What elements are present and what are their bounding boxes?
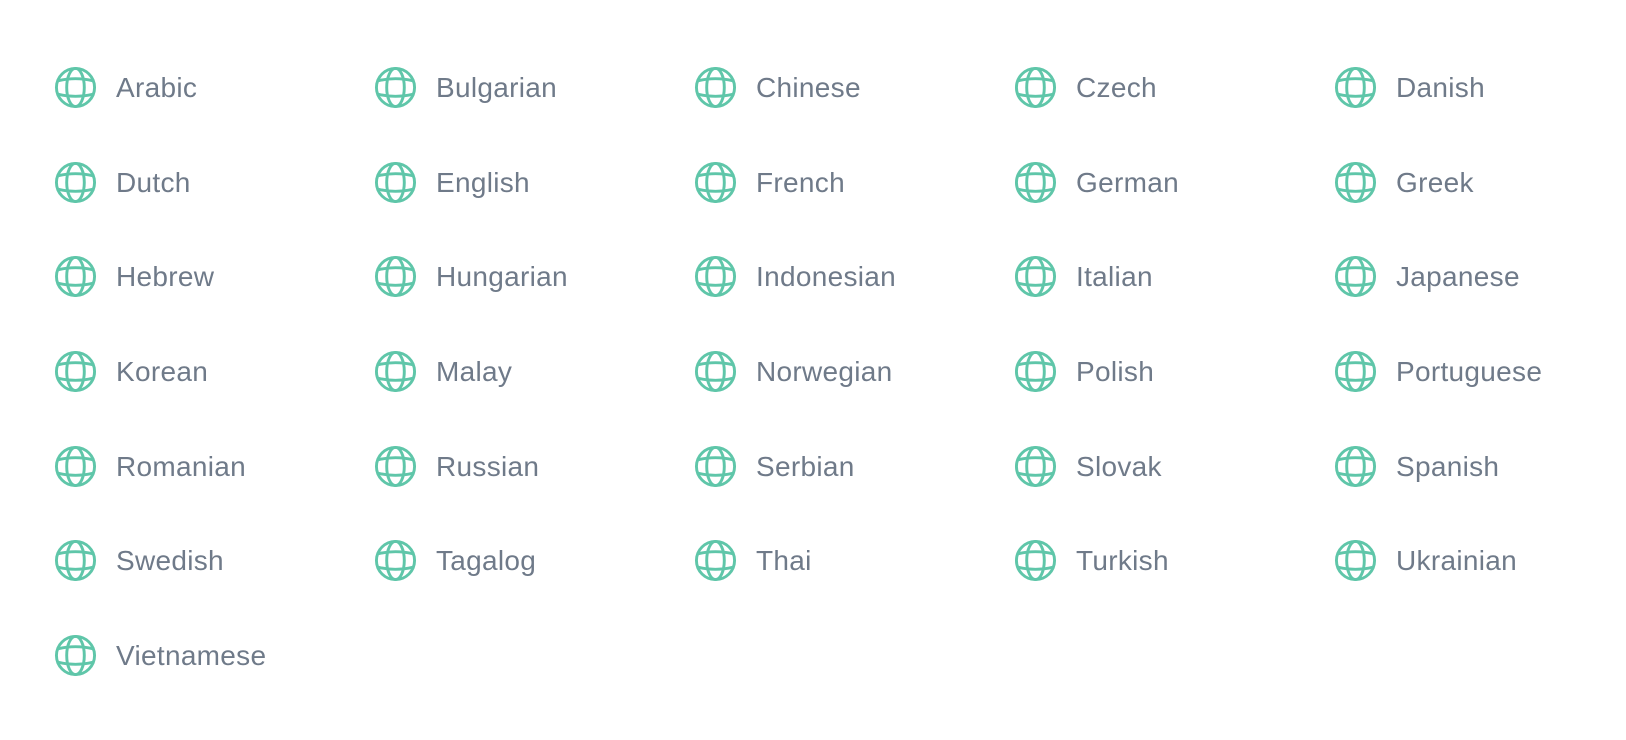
language-item-korean[interactable]: Korean: [54, 350, 374, 396]
language-label: Turkish: [1076, 545, 1169, 577]
language-item-french[interactable]: French: [694, 161, 1014, 207]
language-label: Thai: [756, 545, 812, 577]
globe-icon: [694, 350, 737, 393]
language-item-tagalog[interactable]: Tagalog: [374, 539, 694, 585]
language-item-japanese[interactable]: Japanese: [1334, 255, 1626, 301]
language-label: Slovak: [1076, 450, 1162, 482]
language-label: Italian: [1076, 261, 1153, 293]
language-label: Romanian: [116, 450, 247, 482]
globe-icon: [694, 66, 737, 109]
language-label: Serbian: [756, 450, 855, 482]
language-label: Chinese: [756, 72, 861, 103]
globe-icon: [1014, 66, 1057, 109]
language-label: Greek: [1396, 166, 1474, 198]
globe-icon: [54, 634, 97, 677]
language-label: Dutch: [116, 166, 191, 198]
language-item-portuguese[interactable]: Portuguese: [1334, 350, 1626, 396]
globe-icon: [54, 539, 97, 582]
globe-icon: [1014, 539, 1057, 582]
globe-icon: [694, 539, 737, 582]
language-item-hebrew[interactable]: Hebrew: [54, 255, 374, 301]
language-label: Indonesian: [756, 261, 897, 293]
language-label: Danish: [1396, 72, 1485, 103]
language-item-romanian[interactable]: Romanian: [54, 445, 374, 491]
globe-icon: [374, 161, 417, 204]
language-item-slovak[interactable]: Slovak: [1014, 445, 1334, 491]
globe-icon: [374, 350, 417, 393]
globe-icon: [1334, 66, 1377, 109]
globe-icon: [1014, 445, 1057, 488]
language-label: Portuguese: [1396, 356, 1543, 388]
globe-icon: [1014, 350, 1057, 393]
globe-icon: [374, 539, 417, 582]
language-label: Tagalog: [436, 545, 537, 577]
globe-icon: [54, 255, 97, 298]
language-item-vietnamese[interactable]: Vietnamese: [54, 634, 374, 680]
globe-icon: [1014, 255, 1057, 298]
language-label: Hebrew: [116, 261, 215, 293]
language-label: Arabic: [116, 72, 198, 103]
globe-icon: [694, 445, 737, 488]
language-item-hungarian[interactable]: Hungarian: [374, 255, 694, 301]
language-item-german[interactable]: German: [1014, 161, 1334, 207]
language-item-greek[interactable]: Greek: [1334, 161, 1626, 207]
language-item-polish[interactable]: Polish: [1014, 350, 1334, 396]
language-item-english[interactable]: English: [374, 161, 694, 207]
globe-icon: [54, 66, 97, 109]
language-item-arabic[interactable]: Arabic: [54, 66, 374, 112]
language-item-russian[interactable]: Russian: [374, 445, 694, 491]
language-item-thai[interactable]: Thai: [694, 539, 1014, 585]
language-label: German: [1076, 166, 1179, 198]
language-item-italian[interactable]: Italian: [1014, 255, 1334, 301]
language-item-chinese[interactable]: Chinese: [694, 66, 1014, 112]
language-label: Spanish: [1396, 450, 1500, 482]
language-label: English: [436, 166, 530, 198]
globe-icon: [374, 66, 417, 109]
language-label: Malay: [436, 356, 513, 388]
language-item-spanish[interactable]: Spanish: [1334, 445, 1626, 491]
globe-icon: [374, 445, 417, 488]
globe-icon: [694, 255, 737, 298]
globe-icon: [1334, 161, 1377, 204]
globe-icon: [1334, 445, 1377, 488]
language-label: Russian: [436, 450, 540, 482]
language-label: Ukrainian: [1396, 545, 1517, 577]
globe-icon: [374, 255, 417, 298]
language-item-czech[interactable]: Czech: [1014, 66, 1334, 112]
globe-icon: [1334, 350, 1377, 393]
globe-icon: [54, 445, 97, 488]
language-item-turkish[interactable]: Turkish: [1014, 539, 1334, 585]
language-label: Hungarian: [436, 261, 568, 293]
language-label: Czech: [1076, 72, 1157, 103]
language-label: Bulgarian: [436, 72, 558, 103]
language-item-norwegian[interactable]: Norwegian: [694, 350, 1014, 396]
globe-icon: [54, 161, 97, 204]
language-label: Swedish: [116, 545, 224, 577]
language-item-dutch[interactable]: Dutch: [54, 161, 374, 207]
language-item-malay[interactable]: Malay: [374, 350, 694, 396]
language-label: Korean: [116, 356, 209, 388]
globe-icon: [1014, 161, 1057, 204]
language-list: Arabic Bulgarian Chinese Czech Danish Du…: [54, 66, 1626, 729]
language-item-swedish[interactable]: Swedish: [54, 539, 374, 585]
language-item-danish[interactable]: Danish: [1334, 66, 1626, 112]
language-item-indonesian[interactable]: Indonesian: [694, 255, 1014, 301]
globe-icon: [54, 350, 97, 393]
language-label: Japanese: [1396, 261, 1520, 293]
globe-icon: [694, 161, 737, 204]
language-label: French: [756, 166, 845, 198]
language-item-serbian[interactable]: Serbian: [694, 445, 1014, 491]
language-label: Norwegian: [756, 356, 893, 388]
language-item-bulgarian[interactable]: Bulgarian: [374, 66, 694, 112]
language-label: Polish: [1076, 356, 1155, 388]
language-item-ukrainian[interactable]: Ukrainian: [1334, 539, 1626, 585]
globe-icon: [1334, 255, 1377, 298]
language-label: Vietnamese: [116, 640, 267, 672]
globe-icon: [1334, 539, 1377, 582]
